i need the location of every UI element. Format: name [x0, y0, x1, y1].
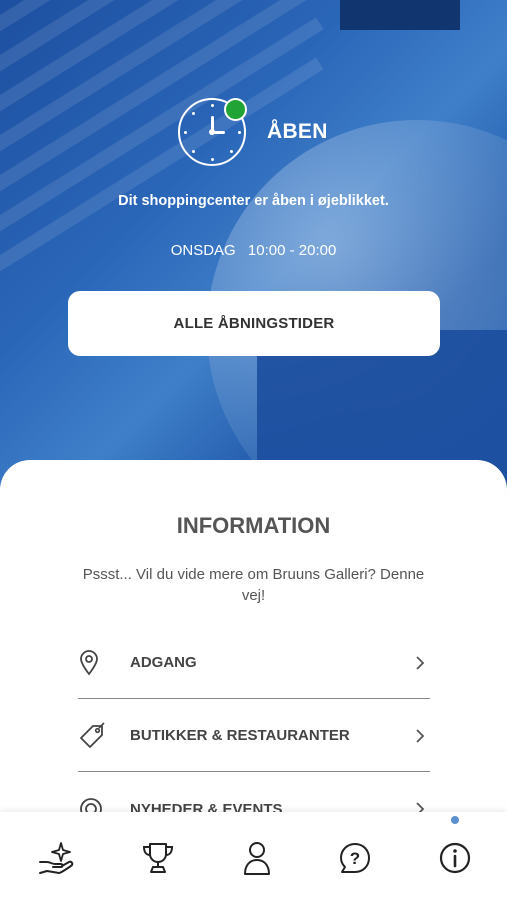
- chevron-right-icon: [410, 726, 430, 746]
- tag-icon: [78, 721, 118, 751]
- information-title: INFORMATION: [176, 513, 331, 538]
- help-bubble-icon: ?: [340, 843, 370, 873]
- nav-info[interactable]: [433, 836, 477, 880]
- nav-profile[interactable]: [235, 836, 279, 880]
- hand-sparkle-icon: [39, 842, 74, 874]
- today-hours: ONSDAG 10:00 - 20:00: [0, 242, 507, 259]
- nav-help[interactable]: ?: [333, 836, 377, 880]
- bottom-navigation: ?: [0, 812, 507, 900]
- chevron-right-icon: [410, 653, 430, 673]
- active-tab-indicator: [451, 816, 459, 824]
- list-item-adgang[interactable]: ADGANG: [78, 627, 430, 699]
- today-day: ONSDAG: [170, 242, 236, 259]
- hero-decor: [340, 0, 460, 30]
- open-status-dot: [224, 98, 247, 121]
- list-item-butikker[interactable]: BUTIKKER & RESTAURANTER: [78, 700, 430, 772]
- nav-rewards[interactable]: [136, 836, 180, 880]
- today-time: 10:00 - 20:00: [247, 242, 337, 259]
- list-item-label: BUTIKKER & RESTAURANTER: [130, 727, 350, 744]
- trophy-icon: [142, 843, 174, 873]
- hero-banner: ÅBEN Dit shoppingcenter er åben i øjebli…: [0, 0, 507, 500]
- nav-benefits[interactable]: [34, 836, 78, 880]
- location-pin-icon: [78, 648, 118, 678]
- information-subtitle: Pssst... Vil du vide mere om Bruuns Gall…: [82, 566, 425, 604]
- open-status-label: ÅBEN: [267, 120, 328, 143]
- info-icon: [439, 842, 471, 874]
- svg-text:?: ?: [350, 849, 360, 868]
- list-item-label: ADGANG: [130, 654, 197, 671]
- open-status-text: Dit shoppingcenter er åben i øjeblikket.: [118, 193, 389, 209]
- all-opening-hours-button[interactable]: ALLE ÅBNINGSTIDER: [68, 291, 440, 356]
- user-icon: [244, 842, 270, 875]
